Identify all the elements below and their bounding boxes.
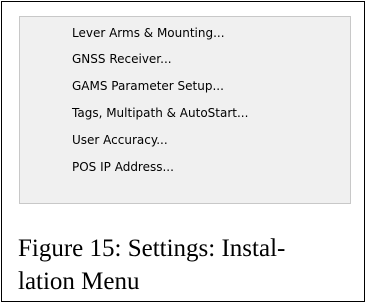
menu-item-tags-multipath-autostart[interactable]: Tags, Multipath & AutoStart... <box>20 100 350 126</box>
menu-item-pos-ip-address[interactable]: POS IP Address... <box>20 154 350 180</box>
menu-item-gnss-receiver[interactable]: GNSS Receiver... <box>20 46 350 72</box>
figure-caption-line-1: Figure 15: Settings: Instal- <box>18 235 286 262</box>
figure-frame: Lever Arms & Mounting... GNSS Receiver..… <box>1 1 365 302</box>
menu-item-lever-arms-mounting[interactable]: Lever Arms & Mounting... <box>20 20 350 46</box>
installation-menu: Lever Arms & Mounting... GNSS Receiver..… <box>19 16 351 204</box>
menu-item-gams-parameter-setup[interactable]: GAMS Parameter Setup... <box>20 73 350 99</box>
figure-caption-line-2: lation Menu <box>18 268 140 295</box>
figure-caption: Figure 15: Settings: Instal- lation Menu <box>18 232 358 298</box>
menu-item-user-accuracy[interactable]: User Accuracy... <box>20 127 350 153</box>
